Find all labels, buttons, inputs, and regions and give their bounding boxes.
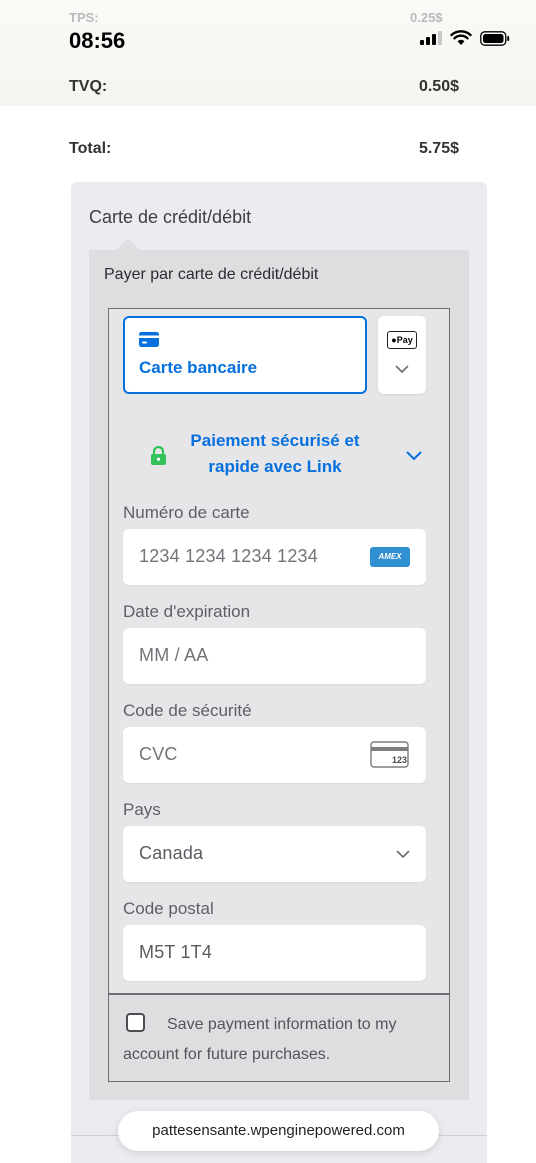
country-value: Canada [139, 843, 204, 863]
card-number-placeholder: 1234 1234 1234 1234 [139, 546, 318, 566]
cvc-input[interactable]: CVC 123 [123, 727, 426, 783]
total-value: 5.75$ [418, 140, 459, 157]
country-select[interactable]: Canada [123, 826, 426, 882]
more-payment-methods-button[interactable]: ●Pay [378, 316, 426, 394]
tvq-value: 0.50$ [418, 78, 459, 95]
tps-label: TPS: [69, 10, 99, 25]
chevron-down-icon [395, 365, 409, 374]
wifi-icon [450, 30, 472, 45]
chevron-down-icon [406, 451, 422, 461]
cvc-card-icon: 123 [370, 741, 410, 769]
tvq-label: TVQ: [69, 78, 108, 95]
save-info-checkbox[interactable] [126, 1013, 145, 1032]
inner-title: Payer par carte de crédit/débit [104, 266, 319, 283]
browser-url-bar[interactable]: pattesensante.wpenginepowered.com [118, 1111, 439, 1151]
expiry-label: Date d'expiration [123, 602, 251, 621]
country-label: Pays [123, 800, 161, 819]
status-icons [420, 30, 510, 46]
signal-icon [420, 31, 442, 45]
status-time: 08:56 [69, 28, 126, 53]
chevron-down-icon [396, 850, 410, 859]
save-info-label[interactable]: Save payment information to my account f… [123, 1016, 396, 1063]
link-text: Paiement sécurisé et rapide avec Link [190, 431, 360, 476]
card-payment-tab[interactable]: Carte bancaire [123, 316, 367, 394]
status-bar: TPS: 0.25$ 08:56 TVQ: 0.50$ [0, 0, 536, 106]
apple-pay-icon: ●Pay [387, 331, 417, 349]
cvc-placeholder: CVC [139, 744, 178, 764]
expiry-placeholder: MM / AA [139, 645, 209, 665]
panel-pointer [116, 238, 140, 250]
postal-code-label: Code postal [123, 899, 214, 918]
total-row: Total: 5.75$ [69, 140, 459, 158]
card-number-label: Numéro de carte [123, 503, 250, 522]
card-number-input[interactable]: 1234 1234 1234 1234 AMEX [123, 529, 426, 585]
tps-value: 0.25$ [410, 10, 443, 25]
card-tab-label: Carte bancaire [139, 358, 258, 377]
link-express-checkout[interactable]: Paiement sécurisé et rapide avec Link [140, 426, 430, 482]
save-info-row: Save payment information to my account f… [123, 1010, 423, 1070]
credit-card-icon [139, 332, 159, 347]
expiry-input[interactable]: MM / AA [123, 628, 426, 684]
cvc-label: Code de sécurité [123, 701, 252, 720]
battery-icon [480, 30, 510, 46]
tvq-row: TVQ: 0.50$ [69, 78, 459, 96]
total-label: Total: [69, 140, 112, 157]
payment-method-title[interactable]: Carte de crédit/débit [89, 207, 251, 228]
postal-code-value: M5T 1T4 [139, 942, 213, 962]
lock-icon [151, 446, 166, 465]
amex-icon: AMEX [370, 547, 410, 567]
postal-code-input[interactable]: M5T 1T4 [123, 925, 426, 981]
